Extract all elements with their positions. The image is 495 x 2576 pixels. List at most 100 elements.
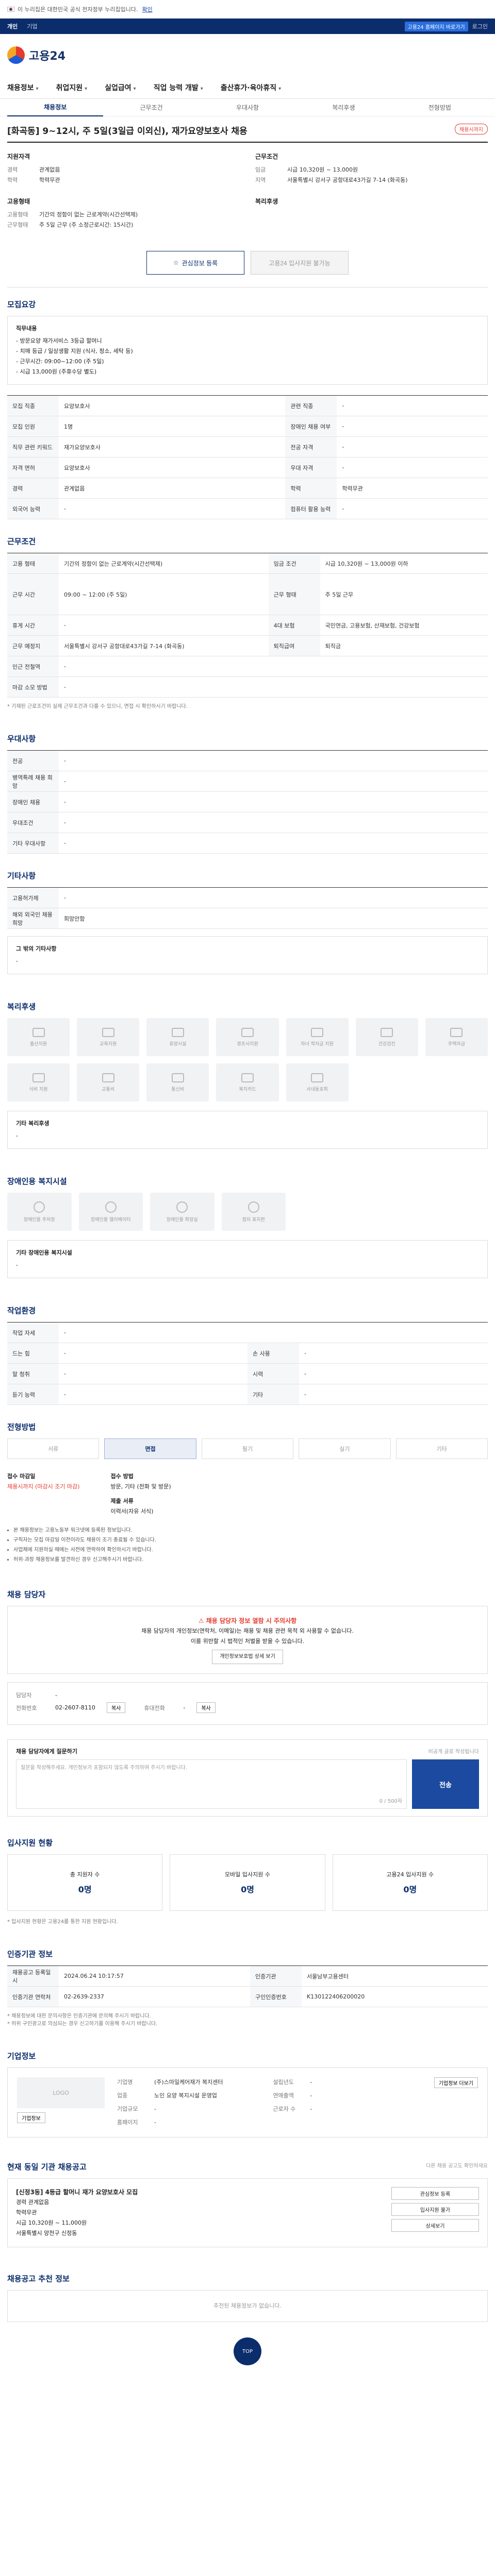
table-row: 장애인 채용 - — [7, 791, 488, 812]
nav-item-support[interactable]: 취업지원 ▾ — [56, 82, 88, 93]
chevron-down-icon: ▾ — [278, 86, 282, 92]
card-icon — [241, 1073, 254, 1082]
tile-label: 장애인용 엘리베이터 — [91, 1217, 131, 1223]
table-cell: - — [299, 1363, 488, 1384]
topbar-tab-personal[interactable]: 개인 — [7, 22, 18, 30]
disability-tile: 점자 표지판 — [221, 1193, 286, 1231]
kv-value: 서울특별시 강서구 공항대로43가길 7-14 (화곡동) — [287, 177, 408, 183]
box-line: - — [16, 1132, 18, 1139]
disability-extra-box: 기타 장애인용 복지시설 - — [7, 1240, 488, 1278]
kv-value: 관계없음 — [39, 166, 60, 173]
alert-title: 채용 담당자 정보 열람 시 주의사항 — [206, 1617, 297, 1624]
contact-section: 채용 담당자 ⚠ 채용 담당자 정보 열람 시 주의사항 채용 담당자의 개인정… — [7, 1578, 488, 1739]
step-document: 서류 — [7, 1438, 100, 1459]
disability-grid: 장애인용 주차장 장애인용 엘리베이터 장애인용 화장실 점자 표지판 — [7, 1193, 286, 1231]
table-row: 외국어 능력 - 컴퓨터 활용 능력 - — [7, 498, 488, 519]
recruit-section: 모집요강 직무내용 - 방문요양 재가서비스 3등급 할머니 - 치매 등급 /… — [7, 287, 488, 524]
home-link-badge[interactable]: 고용24 홈페이지 바로가기 — [404, 21, 468, 31]
recruit-table: 모집 직종 요양보호사 관련 직종 - 모집 인원 1명 장애인 채용 여부 - 직무 관련… — [7, 395, 488, 519]
topbar: 개인 기업 고용24 홈페이지 바로가기 로그인 — [0, 19, 495, 34]
table-cell: - — [337, 436, 488, 457]
other-job-detail-button[interactable]: 상세보기 — [391, 2219, 479, 2232]
nav-item-training[interactable]: 직업 능력 개발 ▾ — [154, 82, 203, 93]
scroll-top-button[interactable]: TOP — [234, 2337, 261, 2365]
note-item: 허위·과장 채용정보를 발견하신 경우 신고해주시기 바랍니다. — [13, 1555, 488, 1564]
table-head: 손 사용 — [248, 1343, 299, 1364]
nav-label: 실업급여 — [105, 83, 131, 92]
other-job-apply-button[interactable]: 입사지원 불가 — [391, 2203, 479, 2216]
other-job-title[interactable]: [신정3동] 4등급 할머니 재가 요양보호사 모집 — [16, 2187, 383, 2197]
table-head: 우대 자격 — [285, 457, 337, 478]
tab-process[interactable]: 전형방법 — [392, 103, 488, 112]
contact-label: 담당자 — [16, 1692, 32, 1699]
kv-value: - — [310, 2106, 312, 2112]
section-tabs: 채용정보 근무조건 우대사항 복리후생 전형방법 — [0, 99, 495, 116]
apply-button[interactable]: 고용24 입사지원 불가능 — [251, 251, 349, 275]
kv-key: 임금 — [255, 166, 266, 173]
agency-table: 채용공고 등록일시 2024.06.24 10:17:57 인증기관 서울남부고용센터… — [7, 1965, 488, 2007]
welfare-tile: 주택자금 — [425, 1018, 488, 1056]
kv-value: 주 5일 근무 (주 소정근로시간: 15시간) — [39, 222, 134, 228]
summary-heading: 지원자격 — [7, 153, 30, 160]
char-count: 0 / 500자 — [379, 1799, 402, 1804]
step-interview: 면접 — [104, 1438, 196, 1459]
company-logo-placeholder: LOGO — [17, 2077, 105, 2108]
site-logo[interactable]: 고용24 — [7, 46, 65, 64]
table-head: 퇴직급여 — [268, 635, 320, 656]
tile-label: 통신비 — [171, 1087, 185, 1092]
send-question-button[interactable]: 전송 — [412, 1759, 479, 1809]
copy-phone-button[interactable]: 복사 — [106, 1702, 126, 1713]
table-head: 구인인증번호 — [250, 1986, 302, 2007]
address-text: 서울특별시 강서구 공항대로43가길 7-14 (화곡동) — [64, 642, 185, 650]
nav-item-leave[interactable]: 출산휴가·육아휴직 ▾ — [221, 82, 281, 93]
process-notes: 본 채용정보는 고용노동부 워크넷에 등록된 정보입니다. 구직자는 모집 마감… — [7, 1526, 488, 1572]
box-title: 그 밖의 기타사항 — [16, 945, 57, 952]
section-title: 채용공고 추천 정보 — [7, 2274, 70, 2283]
table-head: 장애인 채용 — [7, 791, 59, 812]
welfare-tile: 경조사지원 — [216, 1018, 279, 1056]
box-title: 기타 복리후생 — [16, 1120, 50, 1127]
nav-item-jobs[interactable]: 채용정보 ▾ — [7, 82, 39, 93]
kv-key: 학력 — [7, 177, 18, 183]
table-head: 근무 시간 — [7, 573, 59, 615]
chevron-down-icon: ▾ — [36, 86, 39, 92]
other-job-save-button[interactable]: 관심정보 등록 — [391, 2187, 479, 2200]
table-row: 드는 힘-손 사용 - — [7, 1343, 488, 1364]
tab-recruit[interactable]: 채용정보 — [7, 99, 104, 116]
privacy-detail-button[interactable]: 개인정보보호법 상세 보기 — [212, 1650, 283, 1664]
job-meta: 서울특별시 양천구 신정동 — [16, 2230, 77, 2236]
copy-mobile-button[interactable]: 복사 — [196, 1702, 216, 1713]
gov-banner-link[interactable]: 확인 — [142, 5, 153, 13]
kv-key: 기업규모 — [117, 2106, 138, 2112]
table-head: 전공 — [7, 750, 59, 771]
other-job-card[interactable]: [신정3동] 4등급 할머니 재가 요양보호사 모집 경력 관계없음 학력무관 … — [7, 2178, 488, 2247]
login-link[interactable]: 로그인 — [472, 22, 488, 30]
topbar-tab-company[interactable]: 기업 — [27, 22, 37, 30]
table-row: 모집 인원 1명 장애인 채용 여부 - — [7, 416, 488, 437]
tile-label: 점자 표지판 — [242, 1217, 265, 1223]
nav-item-benefit[interactable]: 실업급여 ▾ — [105, 82, 136, 93]
method-value: 방문, 기타 (전화 및 방문) — [110, 1483, 171, 1490]
question-input[interactable]: 질문을 작성해주세요. 개인정보가 포함되지 않도록 주의하여 주시기 바랍니다… — [16, 1759, 407, 1809]
job-meta: 학력무관 — [16, 2209, 37, 2216]
table-head: 경력 — [7, 478, 59, 499]
company-more-button[interactable]: 기업정보 더보기 — [434, 2077, 478, 2088]
tab-welfare[interactable]: 복리후생 — [295, 103, 391, 112]
table-head: 4대 보험 — [268, 615, 320, 636]
kv-key: 지역 — [255, 177, 266, 183]
gift-icon — [241, 1027, 254, 1037]
tab-conditions[interactable]: 근무조건 — [103, 103, 199, 112]
table-cell: 퇴직금 — [320, 635, 488, 656]
company-box: LOGO 기업정보 기업명 (주)스마일케어재가 복지센터 설립년도 - 업종 노인 … — [7, 2067, 488, 2138]
table-row: 고용허가제 - — [7, 887, 488, 908]
phone-value: 02-2607-8110 — [55, 1704, 95, 1711]
tile-label: 경조사지원 — [237, 1041, 258, 1047]
detail-label: 접수 마감일 — [7, 1473, 36, 1480]
table-cell: - — [59, 1384, 248, 1405]
tab-preferences[interactable]: 우대사항 — [200, 103, 295, 112]
company-info-button[interactable]: 기업정보 — [17, 2112, 45, 2123]
other-info-section: 기타사항 고용허가제 - 해외 외국인 채용 희망 희망안함 그 밖의 기타사항 - — [7, 859, 488, 990]
save-interest-button[interactable]: ☆ 관심정보 등록 — [146, 251, 244, 275]
summary-qualification: 지원자격 경력 관계없음 학력 학력무관 — [7, 152, 240, 185]
welfare-grid: 출산지원 교육지원 휴양시설 경조사지원 자녀 학자금 지원 건강검진 주택자금… — [7, 1018, 488, 1101]
